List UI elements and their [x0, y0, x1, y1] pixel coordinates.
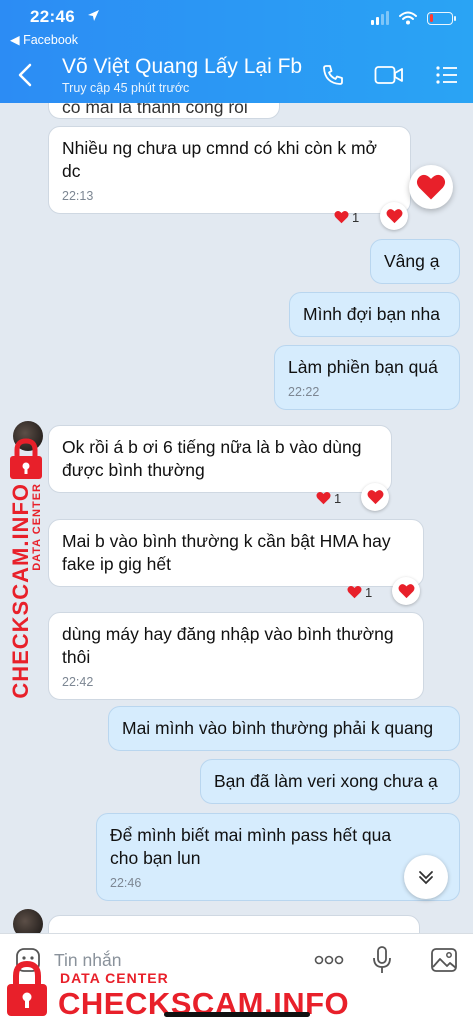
back-to-app-link[interactable]: ◀ Facebook: [10, 32, 78, 47]
image-icon[interactable]: [428, 944, 460, 976]
heart-icon: [347, 585, 362, 599]
video-icon[interactable]: [374, 60, 404, 90]
message-bubble[interactable]: Làm phiền bạn quá 22:22: [274, 345, 460, 410]
heart-icon[interactable]: [409, 165, 453, 209]
message-text: Làm phiền bạn quá: [288, 357, 438, 377]
home-indicator: [164, 1012, 310, 1017]
location-arrow-icon: [88, 10, 99, 21]
message-text: Vâng ạ: [384, 251, 440, 271]
status-icons: [371, 11, 456, 25]
message-text: Bạn đã làm veri xong chưa ạ: [214, 771, 438, 791]
wifi-icon: [399, 11, 417, 25]
status-time: 22:46: [30, 7, 75, 26]
reaction-count: 1: [334, 206, 359, 228]
message-time: 22:42: [62, 675, 94, 689]
message-bubble-partial[interactable]: [48, 915, 420, 933]
signal-icon: [371, 11, 389, 25]
last-seen-status: Truy cập 45 phút trước: [62, 81, 190, 95]
reaction-count-value: 1: [334, 490, 342, 506]
watermark-subtext: DATA CENTER: [60, 970, 169, 986]
microphone-icon[interactable]: [366, 944, 398, 976]
heart-icon: [386, 209, 402, 224]
watermark-side: CHECKSCAM.INFO DATA CENTER: [2, 437, 50, 699]
message-text: Mình đợi bạn nha: [303, 304, 440, 324]
chevron-down-icon: [419, 871, 433, 885]
lock-icon: [10, 438, 42, 479]
message-text: co mai la thanh cong roi: [62, 103, 248, 117]
message-bubble[interactable]: Mai mình vào bình thường phải k quang: [108, 706, 460, 751]
react-button[interactable]: [392, 577, 420, 605]
message-bubble[interactable]: Mai b vào bình thường k cần bật HMA hay …: [48, 519, 424, 587]
message-bubble[interactable]: Vâng ạ: [370, 239, 460, 284]
reaction-count: 1: [347, 581, 372, 603]
message-time: 22:13: [62, 189, 94, 203]
chat-title[interactable]: Võ Việt Quang Lấy Lại Fb: [62, 55, 302, 79]
chat-header: 22:46 ◀ Facebook Võ Việt Quang Lấy Lại F…: [0, 0, 473, 103]
reaction-count-value: 1: [365, 584, 373, 600]
message-text: Để mình biết mai mình pass hết qua cho b…: [110, 825, 392, 868]
heart-icon: [316, 491, 331, 505]
scroll-down-button[interactable]: [404, 855, 448, 899]
avatar[interactable]: [13, 909, 43, 933]
more-icon[interactable]: [313, 944, 345, 976]
react-button[interactable]: [380, 202, 408, 230]
message-bubble[interactable]: Ok rồi á b ơi 6 tiếng nữa là b vào dùng …: [48, 425, 392, 493]
message-bubble[interactable]: Để mình biết mai mình pass hết qua cho b…: [96, 813, 460, 901]
reaction-count: 1: [316, 487, 341, 509]
battery-icon: [427, 11, 456, 25]
message-bubble-partial[interactable]: co mai la thanh cong roi: [48, 103, 280, 119]
message-text: dùng máy hay đăng nhập vào bình thường t…: [62, 624, 394, 667]
message-text: Mai b vào bình thường k cần bật HMA hay …: [62, 531, 391, 574]
message-text: Mai mình vào bình thường phải k quang: [122, 718, 434, 738]
reaction-count-value: 1: [352, 209, 360, 225]
message-bubble[interactable]: dùng máy hay đăng nhập vào bình thường t…: [48, 612, 424, 700]
phone-icon[interactable]: [318, 60, 348, 90]
message-bubble[interactable]: Mình đợi bạn nha: [289, 292, 460, 337]
react-button[interactable]: [361, 483, 389, 511]
message-time: 22:46: [110, 876, 142, 890]
message-list[interactable]: co mai la thanh cong roi Nhiều ng chưa u…: [0, 103, 473, 933]
heart-icon: [398, 584, 414, 599]
watermark-subtext: DATA CENTER: [31, 483, 43, 571]
message-bubble[interactable]: Nhiều ng chưa up cmnd có khi còn k mở dc…: [48, 126, 411, 214]
message-text: Ok rồi á b ơi 6 tiếng nữa là b vào dùng …: [62, 437, 362, 480]
heart-icon: [334, 210, 349, 224]
message-bubble[interactable]: Bạn đã làm veri xong chưa ạ: [200, 759, 460, 804]
heart-icon: [367, 490, 383, 505]
back-icon[interactable]: [14, 62, 36, 88]
lock-icon: [7, 960, 47, 1016]
message-time: 22:22: [288, 385, 320, 399]
message-text: Nhiều ng chưa up cmnd có khi còn k mở dc: [62, 138, 378, 181]
menu-icon[interactable]: [432, 60, 462, 90]
